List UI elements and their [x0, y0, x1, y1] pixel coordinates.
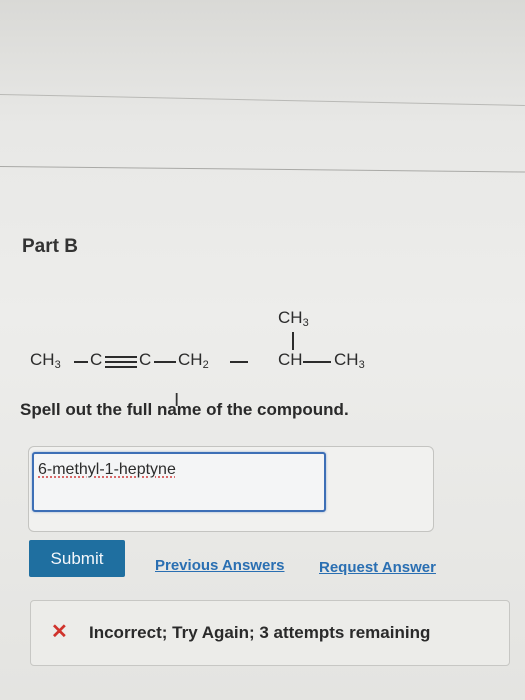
chain-atom-6: CH3: [334, 350, 365, 371]
chain-atom-4: CH2: [178, 350, 209, 371]
branch-bond: [292, 332, 294, 350]
feedback-message: Incorrect; Try Again; 3 attempts remaini…: [89, 623, 431, 642]
chain-atom-3: C: [139, 350, 152, 369]
structural-formula: CH3 CH3 C C CH2 CH CH3: [30, 300, 390, 390]
triple-bond-line: [105, 361, 137, 363]
single-bond: [74, 361, 88, 363]
answer-input[interactable]: 6-methyl-1-heptyne: [32, 452, 326, 512]
question-prompt: Spell out the full name of the compound.: [20, 400, 349, 419]
divider: [0, 94, 525, 106]
x-icon: ✕: [51, 621, 68, 643]
single-bond: [154, 361, 176, 363]
single-bond: [303, 361, 331, 363]
chain-atom-2: C: [90, 350, 103, 369]
single-bond: [230, 361, 248, 363]
branch-group: CH3: [278, 308, 309, 329]
chain-atom-1: CH3: [30, 350, 61, 371]
submit-button[interactable]: Submit: [29, 540, 125, 577]
part-title: Part B: [22, 236, 78, 257]
divider: [0, 166, 525, 173]
previous-answers-link[interactable]: Previous Answers: [155, 557, 285, 574]
request-answer-link[interactable]: Request Answer: [319, 559, 436, 576]
chain-atom-5: CH: [278, 350, 303, 369]
feedback-box: ✕ Incorrect; Try Again; 3 attempts remai…: [30, 600, 510, 666]
text-cursor-icon: I: [174, 390, 180, 411]
triple-bond-line: [105, 366, 137, 368]
triple-bond-line: [105, 356, 137, 358]
answer-value: 6-methyl-1-heptyne: [38, 461, 176, 478]
